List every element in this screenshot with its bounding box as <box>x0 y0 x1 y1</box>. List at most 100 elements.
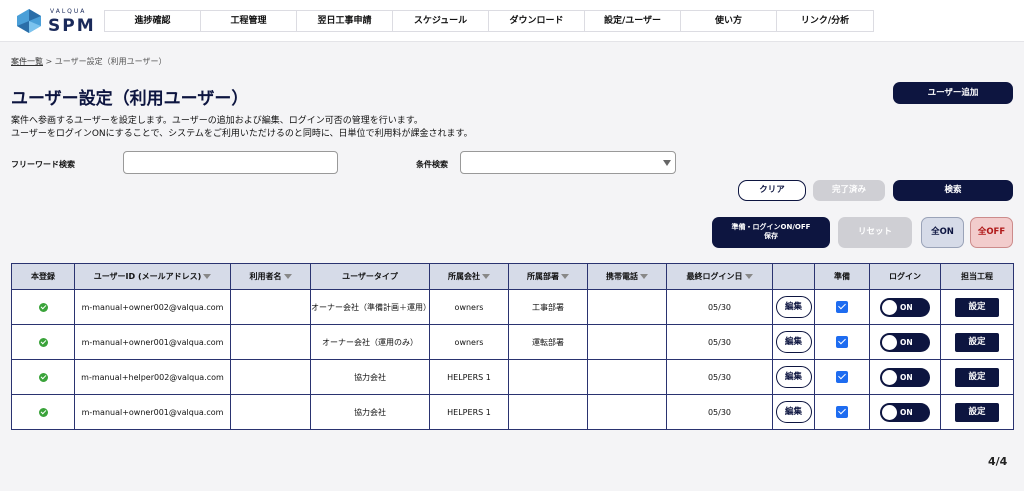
table-row: m-manual+owner001@valqua.com 協力会社 HELPER… <box>11 394 1014 430</box>
table-row: m-manual+helper002@valqua.com 協力会社 HELPE… <box>11 359 1014 395</box>
assign-process-button[interactable]: 設定 <box>955 402 999 422</box>
save-button-line2: 保存 <box>764 232 778 240</box>
edit-button[interactable]: 編集 <box>775 331 812 353</box>
cell-company: owners <box>429 324 509 360</box>
free-word-search-input[interactable] <box>123 151 338 174</box>
nav-progress[interactable]: 進捗確認 <box>105 11 201 31</box>
col-last-login[interactable]: 最終ログイン日 <box>666 263 773 290</box>
login-toggle[interactable]: ON <box>880 332 930 352</box>
toggle-label: ON <box>900 302 913 312</box>
col-company[interactable]: 所属会社 <box>429 263 509 290</box>
cell-last-login: 05/30 <box>666 289 773 325</box>
nav-how-to-use[interactable]: 使い方 <box>681 11 777 31</box>
clear-button[interactable]: クリア <box>738 180 806 201</box>
cell-mobile <box>587 359 667 395</box>
sort-down-icon[interactable] <box>744 274 753 279</box>
assign-process-button[interactable]: 設定 <box>955 332 999 352</box>
nav-links-analysis[interactable]: リンク/分析 <box>777 11 873 31</box>
col-user-id[interactable]: ユーザーID (メールアドレス) <box>74 263 231 290</box>
cell-department <box>508 394 588 430</box>
add-user-button[interactable]: ユーザー追加 <box>893 82 1013 104</box>
prep-checkbox[interactable] <box>836 406 848 418</box>
breadcrumb-project-list[interactable]: 案件一覧 <box>11 57 43 66</box>
cell-name <box>230 394 311 430</box>
table-header-row: 本登録 ユーザーID (メールアドレス) 利用者名 ユーザータイプ 所属会社 所… <box>11 263 1014 290</box>
cell-mobile <box>587 289 667 325</box>
toggle-label: ON <box>900 372 913 382</box>
logo-text-small: VALQUA <box>50 8 87 15</box>
page-description-2: ユーザーをログインONにすることで、システムをご利用いただけるのと同時に、日単位… <box>11 129 473 139</box>
edit-button[interactable]: 編集 <box>775 296 812 318</box>
logo-mark-icon <box>17 9 41 33</box>
cell-last-login: 05/30 <box>666 394 773 430</box>
sort-down-icon[interactable] <box>561 274 569 279</box>
breadcrumb: 案件一覧 > ユーザー設定（利用ユーザー） <box>11 56 166 67</box>
sort-down-icon[interactable] <box>640 274 648 279</box>
cell-name <box>230 289 311 325</box>
page-description-1: 案件へ参画するユーザーを設定します。ユーザーの追加および編集、ログイン可否の管理… <box>11 116 423 126</box>
save-button-line1: 準備・ログインON/OFF <box>731 223 811 231</box>
cell-user-type: 協力会社 <box>310 394 430 430</box>
col-mobile[interactable]: 携帯電話 <box>587 263 667 290</box>
registered-check-icon <box>38 302 48 312</box>
toggle-label: ON <box>900 407 913 417</box>
prep-checkbox[interactable] <box>836 301 848 313</box>
nav-process-management[interactable]: 工程管理 <box>201 11 297 31</box>
cell-department: 工事部署 <box>508 289 588 325</box>
all-on-button[interactable]: 全ON <box>921 217 964 248</box>
col-edit <box>772 263 815 290</box>
prep-checkbox[interactable] <box>836 371 848 383</box>
toggle-knob <box>882 404 897 420</box>
sort-down-icon[interactable] <box>482 274 490 279</box>
col-user-type: ユーザータイプ <box>310 263 430 290</box>
nav-download[interactable]: ダウンロード <box>489 11 585 31</box>
prep-checkbox[interactable] <box>836 336 848 348</box>
cell-name <box>230 324 311 360</box>
completed-filter-button[interactable]: 完了済み <box>813 180 885 201</box>
col-user-name[interactable]: 利用者名 <box>230 263 311 290</box>
page-title: ユーザー設定（利用ユーザー） <box>11 89 249 109</box>
save-prep-login-button[interactable]: 準備・ログインON/OFF 保存 <box>712 217 830 248</box>
search-button[interactable]: 検索 <box>893 180 1013 201</box>
assign-process-button[interactable]: 設定 <box>955 367 999 387</box>
col-assigned-process: 担当工程 <box>940 263 1014 290</box>
login-toggle[interactable]: ON <box>880 402 930 422</box>
pagination-count: 4/4 <box>988 455 1008 468</box>
edit-button[interactable]: 編集 <box>775 366 812 388</box>
nav-settings-users[interactable]: 設定/ユーザー <box>585 11 681 31</box>
all-off-button[interactable]: 全OFF <box>970 217 1013 248</box>
registered-check-icon <box>38 372 48 382</box>
toggle-knob <box>882 299 897 315</box>
cell-user-type: 協力会社 <box>310 359 430 395</box>
edit-button[interactable]: 編集 <box>775 401 812 423</box>
nav-next-day-request[interactable]: 翌日工事申請 <box>297 11 393 31</box>
cell-user-type: オーナー会社（準備計画＋運用） <box>310 289 431 325</box>
col-department[interactable]: 所属部署 <box>508 263 588 290</box>
reset-button[interactable]: リセット <box>838 217 912 248</box>
col-login: ログイン <box>869 263 941 290</box>
cell-email: m-manual+owner002@valqua.com <box>74 289 231 325</box>
login-toggle[interactable]: ON <box>880 367 930 387</box>
toggle-knob <box>882 369 897 385</box>
sort-down-icon[interactable] <box>203 274 212 279</box>
login-toggle[interactable]: ON <box>880 297 930 317</box>
cell-name <box>230 359 311 395</box>
sort-down-icon[interactable] <box>283 274 292 279</box>
logo-text-big: SPM <box>48 16 96 36</box>
cell-company: HELPERS 1 <box>429 394 509 430</box>
main-nav: 進捗確認 工程管理 翌日工事申請 スケジュール ダウンロード 設定/ユーザー 使… <box>104 10 874 32</box>
table-row: m-manual+owner002@valqua.com オーナー会社（準備計画… <box>11 289 1014 325</box>
cell-company: HELPERS 1 <box>429 359 509 395</box>
cell-email: m-manual+owner001@valqua.com <box>74 324 231 360</box>
cell-department <box>508 359 588 395</box>
chevron-down-icon <box>663 160 671 166</box>
condition-search-label: 条件検索 <box>416 160 448 169</box>
toggle-label: ON <box>900 337 913 347</box>
breadcrumb-separator: > <box>43 57 55 66</box>
cell-mobile <box>587 324 667 360</box>
breadcrumb-current: ユーザー設定（利用ユーザー） <box>54 57 167 66</box>
nav-schedule[interactable]: スケジュール <box>393 11 489 31</box>
assign-process-button[interactable]: 設定 <box>955 297 999 317</box>
condition-search-select[interactable] <box>460 151 676 174</box>
valqua-spm-logo[interactable]: VALQUA SPM <box>16 6 96 36</box>
